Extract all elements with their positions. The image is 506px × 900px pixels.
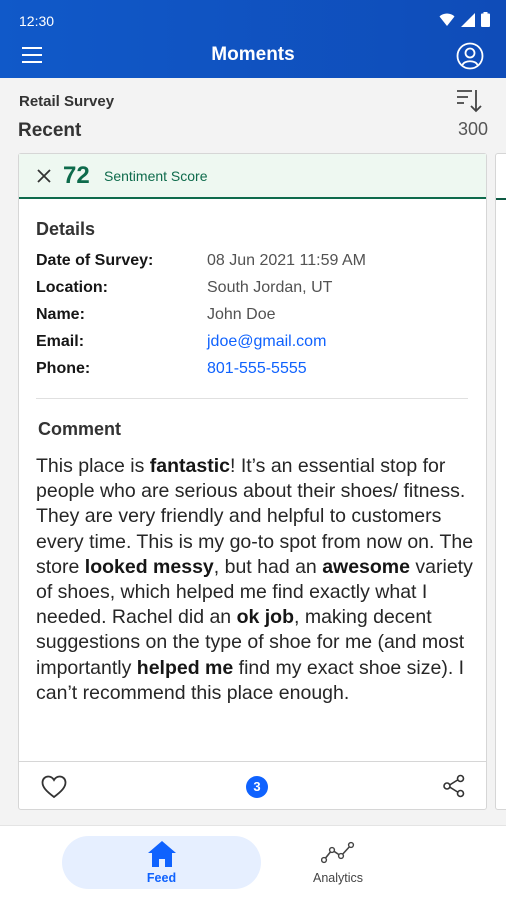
moment-card: 72 Sentiment Score Details Date of Surve… [18, 153, 487, 810]
detail-value: 08 Jun 2021 11:59 AM [207, 252, 366, 269]
comment-count-badge[interactable]: 3 [246, 776, 268, 798]
detail-location: Location: South Jordan, UT [36, 279, 476, 301]
status-icons [439, 12, 490, 27]
detail-value: John Doe [207, 306, 276, 323]
sentiment-score-label: Sentiment Score [104, 168, 208, 184]
comment-highlight: looked messy [84, 555, 214, 578]
card-actions: 3 [19, 761, 486, 809]
divider [36, 398, 468, 399]
battery-icon [481, 12, 490, 27]
detail-date: Date of Survey: 08 Jun 2021 11:59 AM [36, 252, 476, 274]
bottom-navigation: Feed Analytics [0, 825, 506, 900]
detail-label: Email: [36, 333, 85, 350]
wifi-icon [439, 13, 455, 26]
detail-value: South Jordan, UT [207, 279, 333, 296]
detail-label: Location: [36, 279, 108, 296]
sentiment-header: 72 Sentiment Score [19, 154, 486, 199]
heart-icon[interactable] [41, 775, 67, 799]
signal-icon [461, 12, 475, 27]
comment-highlight: ok job [236, 606, 294, 629]
details-heading: Details [36, 219, 96, 239]
next-card-peek[interactable] [495, 153, 506, 810]
email-link[interactable]: jdoe@gmail.com [207, 333, 326, 351]
nav-feed-label: Feed [146, 871, 177, 885]
comment-text: This place is fantastic! It’s an essenti… [36, 454, 478, 706]
comment-highlight: fantastic [149, 455, 230, 477]
home-icon [148, 841, 176, 867]
analytics-line-icon [321, 841, 355, 864]
app-title: Moments [211, 44, 295, 65]
nav-analytics-label: Analytics [312, 871, 364, 885]
app-bar: 12:30 Moments [0, 0, 506, 78]
comment-segment: This place is [36, 455, 150, 477]
detail-label: Name: [36, 306, 85, 323]
comment-highlight: awesome [322, 555, 410, 578]
comment-segment: , but had an [213, 555, 323, 578]
section-title: Recent [18, 120, 82, 141]
comment-heading: Comment [38, 419, 122, 439]
moment-count: 300 [457, 119, 488, 139]
user-avatar-icon[interactable] [456, 42, 484, 70]
share-icon[interactable] [442, 774, 466, 798]
detail-name: Name: John Doe [36, 306, 476, 328]
phone-link[interactable]: 801-555-5555 [207, 360, 307, 378]
survey-name: Retail Survey [19, 93, 115, 110]
detail-phone: Phone: 801-555-5555 [36, 360, 476, 382]
detail-label: Phone: [36, 360, 91, 377]
close-icon[interactable] [36, 168, 52, 184]
detail-label: Date of Survey: [36, 252, 154, 269]
detail-email: Email: jdoe@gmail.com [36, 333, 476, 355]
sort-descending-icon[interactable] [456, 88, 482, 114]
nav-analytics[interactable]: Analytics [288, 836, 388, 889]
comment-highlight: helped me [136, 656, 234, 679]
sentiment-score: 72 [63, 162, 90, 189]
status-time: 12:30 [19, 13, 55, 29]
nav-feed[interactable]: Feed [62, 836, 261, 889]
